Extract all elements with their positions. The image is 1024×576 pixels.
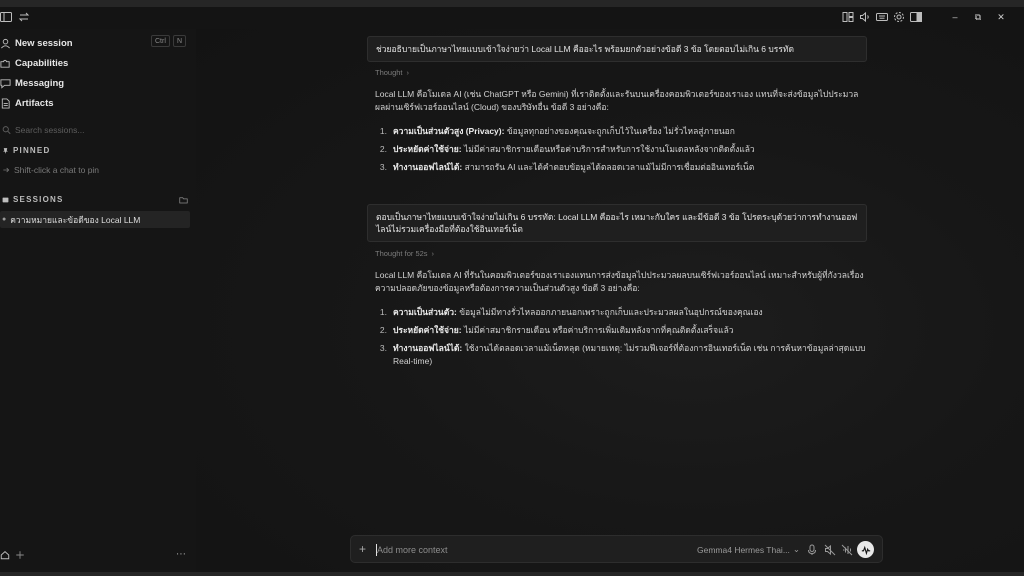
composer: + Gemma4 Hermes Thai... ⌄ (350, 535, 883, 563)
chat-bubble-icon (0, 78, 11, 89)
sessions-title: SESSIONS (13, 195, 64, 204)
close-button[interactable]: ✕ (992, 11, 1010, 23)
hint-arrow-icon (2, 166, 10, 174)
pin-hint-text: Shift-click a chat to pin (14, 165, 100, 175)
shortcut-n: N (173, 35, 187, 47)
pin-hint: Shift-click a chat to pin (2, 165, 99, 175)
list-number: 1. (379, 126, 387, 136)
list-item: 1. ความเป็นส่วนตัวสูง (Privacy): ข้อมูลท… (375, 125, 867, 138)
session-title: ความหมายและข้อดีของ Local LLM (10, 214, 141, 225)
sidebar-item-label: Capabilities (15, 57, 69, 69)
chevron-right-icon: › (406, 68, 410, 77)
swap-icon[interactable] (18, 11, 30, 23)
new-session-label: New session (15, 37, 73, 49)
thought-toggle[interactable]: Thought › (375, 68, 409, 77)
volume-icon[interactable] (859, 11, 871, 23)
maximize-button[interactable]: ⧉ (969, 11, 987, 23)
list-item-title: ความเป็นส่วนตัวสูง (Privacy): (393, 126, 505, 136)
chevron-right-icon: › (431, 249, 435, 258)
pin-icon (2, 147, 9, 154)
shortcut-ctrl: Ctrl (151, 35, 170, 47)
sidebar: New session Ctrl N Capabilities Messagin… (0, 29, 196, 572)
list-item-text: ไม่มีค่าสมาชิกรายเดือนหรือค่าบริการสำหรั… (461, 144, 755, 154)
list-item-text: ข้อมูลไม่มีทางรั่วไหลออกภายนอกเพราะถูกเก… (456, 307, 763, 317)
sidebar-item-messaging[interactable]: Messaging (0, 75, 64, 91)
model-selector[interactable]: Gemma4 Hermes Thai... ⌄ (697, 544, 800, 555)
list-item-text: สามารถรัน AI และได้คำตอบข้อมูลได้ตลอดเวล… (462, 162, 755, 172)
thought-label: Thought for 52s (375, 249, 428, 258)
list-item-title: ความเป็นส่วนตัว: (393, 307, 457, 317)
list-number: 2. (379, 144, 387, 154)
pinned-title: PINNED (13, 146, 51, 155)
list-number: 2. (379, 325, 387, 335)
thought-label: Thought (375, 68, 403, 77)
user-message: ช่วยอธิบายเป็นภาษาไทยแบบเข้าใจง่ายว่า Lo… (367, 36, 867, 62)
title-bar: ‒ ⧉ ✕ (0, 7, 1024, 29)
pinned-header: PINNED (2, 146, 50, 155)
list-item-title: ทำงานออฟไลน์ได้: (393, 162, 463, 172)
list-item: 2. ประหยัดค่าใช้จ่าย: ไม่มีค่าสมาชิกรายเ… (375, 324, 867, 337)
sessions-icon (2, 196, 9, 203)
list-number: 3. (379, 343, 387, 353)
sidebar-item-artifacts[interactable]: Artifacts (0, 95, 54, 111)
assistant-paragraph: Local LLM คือโมเดล AI (เช่น ChatGPT หรือ… (375, 89, 859, 112)
puzzle-icon (0, 58, 11, 69)
sidebar-item-capabilities[interactable]: Capabilities (0, 55, 68, 71)
list-item-title: ทำงานออฟไลน์ได้: (393, 343, 463, 353)
minimize-button[interactable]: ‒ (946, 11, 964, 23)
voice-wave-icon[interactable] (857, 541, 874, 558)
sidebar-footer: ⋯ (0, 549, 190, 563)
layout-icon[interactable] (842, 11, 854, 23)
list-item: 3. ทำงานออฟไลน์ได้: สามารถรัน AI และได้ค… (375, 161, 867, 174)
message-input[interactable] (377, 542, 677, 558)
conversation-area: ช่วยอธิบายเป็นภาษาไทยแบบเข้าใจง่ายว่า Lo… (196, 29, 1024, 572)
voice-off-icon[interactable] (841, 544, 853, 556)
microphone-icon[interactable] (806, 544, 818, 556)
sessions-header: SESSIONS (2, 195, 190, 204)
chevron-down-icon: ⌄ (792, 544, 801, 554)
keyboard-icon[interactable] (876, 11, 888, 23)
sidebar-item-label: Messaging (15, 77, 65, 89)
folder-icon[interactable] (179, 195, 188, 204)
session-bullet-icon: ● (2, 216, 7, 223)
add-context-button[interactable]: + (359, 543, 366, 555)
list-number: 1. (379, 307, 387, 317)
list-item-title: ประหยัดค่าใช้จ่าย: (393, 325, 462, 335)
session-search[interactable]: Search sessions... (2, 125, 84, 135)
search-icon (2, 126, 11, 135)
window-frame-top (0, 0, 1024, 7)
list-item: 2. ประหยัดค่าใช้จ่าย: ไม่มีค่าสมาชิกรายเ… (375, 143, 867, 156)
list-item-title: ประหยัดค่าใช้จ่าย: (393, 144, 462, 154)
home-icon[interactable] (0, 550, 10, 560)
settings-icon[interactable] (893, 11, 905, 23)
more-button[interactable]: ⋯ (176, 549, 186, 560)
thought-toggle[interactable]: Thought for 52s › (375, 249, 434, 258)
assistant-paragraph: Local LLM คือโมเดล AI ที่รันในคอมพิวเตอร… (375, 270, 864, 293)
list-item: 3. ทำงานออฟไลน์ได้: ใช้งานได้ตลอดเวลาแม้… (375, 342, 867, 368)
document-icon (0, 97, 11, 109)
panel-icon[interactable] (910, 11, 922, 23)
sidebar-item-label: Artifacts (15, 97, 54, 109)
list-number: 3. (379, 162, 387, 172)
assistant-list: 1. ความเป็นส่วนตัว: ข้อมูลไม่มีทางรั่วไห… (375, 306, 867, 373)
add-icon[interactable] (15, 550, 25, 560)
search-placeholder: Search sessions... (15, 125, 85, 135)
list-item-text: ข้อมูลทุกอย่างของคุณจะถูกเก็บไว้ในเครื่อ… (504, 126, 735, 136)
new-session-button[interactable]: New session Ctrl N (0, 35, 190, 51)
list-item-text: ไม่มีค่าสมาชิกรายเดือน หรือค่าบริการเพิ่… (461, 325, 734, 335)
user-message: ตอบเป็นภาษาไทยแบบเข้าใจง่ายไม่เกิน 6 บรร… (367, 204, 867, 242)
list-item-text: ใช้งานได้ตลอดเวลาแม้เน็ตหลุด (หมายเหตุ: … (393, 343, 866, 366)
mute-icon[interactable] (824, 544, 836, 556)
person-icon (0, 38, 11, 49)
window-frame-bottom (0, 572, 1024, 576)
model-name: Gemma4 Hermes Thai... (697, 544, 790, 555)
session-item[interactable]: ● ความหมายและข้อดีของ Local LLM (0, 211, 190, 228)
sidebar-toggle-icon[interactable] (0, 11, 12, 23)
list-item: 1. ความเป็นส่วนตัว: ข้อมูลไม่มีทางรั่วไห… (375, 306, 867, 319)
assistant-list: 1. ความเป็นส่วนตัวสูง (Privacy): ข้อมูลท… (375, 125, 867, 179)
